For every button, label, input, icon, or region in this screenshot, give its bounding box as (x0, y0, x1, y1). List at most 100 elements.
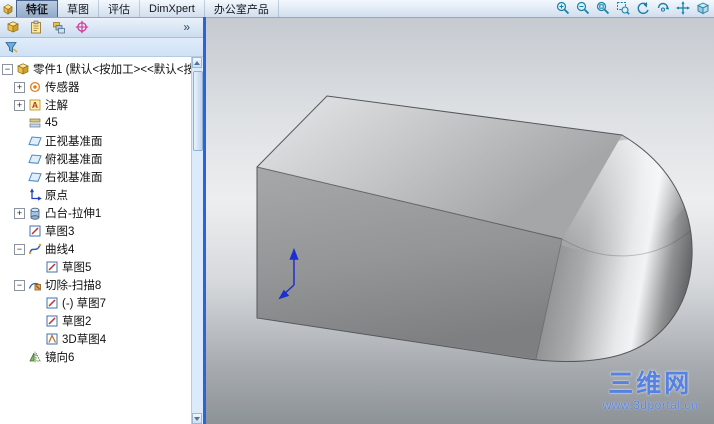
expander-icon[interactable] (14, 243, 25, 255)
expander-icon[interactable] (14, 279, 25, 291)
view-toolbar (554, 0, 711, 16)
wrench-icon (3, 3, 13, 15)
expander-icon[interactable] (14, 99, 25, 111)
tree-item-sketch5[interactable]: 草图5 (0, 258, 192, 276)
tree-item-3dsketch4[interactable]: 3D草图4 (0, 330, 192, 348)
rotate-view-icon (657, 2, 669, 12)
tab-office-products-label: 办公室产品 (213, 3, 269, 16)
tree-item-origin[interactable]: 原点 (0, 186, 192, 204)
zoom-to-fit-button[interactable] (594, 1, 611, 16)
previous-view-icon (637, 2, 649, 15)
propertymanager-tab[interactable] (28, 19, 44, 35)
view-orientation-button[interactable] (694, 1, 711, 16)
dimxpertmanager-tab[interactable] (74, 19, 90, 35)
svg-text:A: A (32, 100, 38, 110)
tree-item-part-root[interactable]: 零件1 (默认<按加工><<默认<按 (0, 60, 192, 78)
watermark-title: 三维网 (608, 370, 693, 399)
dimxpertmanager-icon (75, 20, 89, 34)
origin-icon (28, 188, 42, 202)
propertymanager-icon (31, 20, 41, 34)
scroll-up-button[interactable] (192, 57, 202, 68)
commandmanager-options-icon[interactable] (0, 0, 16, 17)
tree-item-front-plane[interactable]: 正视基准面 (0, 132, 192, 150)
graphics-viewport[interactable]: 三维网 www.3dportal.cn (206, 17, 714, 424)
sketch-icon (45, 314, 59, 328)
featuremanager-panel: » 零件1 (默认<按加工><<默认<按 (0, 17, 203, 424)
zoom-to-area-button[interactable] (614, 1, 631, 16)
3d-sketch-icon (45, 332, 59, 346)
zoom-to-fit-icon (596, 1, 609, 15)
configurationmanager-icon (53, 22, 65, 34)
tree-item-sensors[interactable]: 传感器 (0, 78, 192, 96)
sketch-icon (45, 296, 59, 310)
tree-item-sketch3[interactable]: 草图3 (0, 222, 192, 240)
watermark-url: www.3dportal.cn (602, 397, 698, 412)
tree-item-label: 传感器 (45, 82, 80, 94)
tree-item-label: 草图5 (62, 262, 92, 274)
expander-icon[interactable] (2, 63, 13, 75)
manager-tab-bar: » (0, 17, 203, 38)
tree-filter-bar (0, 38, 203, 57)
triangle-up-icon (194, 60, 200, 65)
tab-office-products[interactable]: 办公室产品 (205, 0, 279, 17)
tab-dimxpert-label: DimXpert (149, 2, 195, 15)
sensors-icon (28, 80, 42, 94)
tree-item-curve4[interactable]: 曲线4 (0, 240, 192, 258)
tree-item-label: 草图3 (45, 226, 75, 238)
tree-item-sketch7[interactable]: (-) 草图7 (0, 294, 192, 312)
zoom-out-button[interactable] (574, 1, 591, 16)
boss-extrude-icon (28, 206, 42, 220)
featuremanager-tree-tab[interactable] (5, 19, 21, 35)
plane-icon (28, 152, 42, 166)
plane-icon (28, 134, 42, 148)
zoom-out-icon (576, 1, 589, 15)
zoom-in-button[interactable] (554, 1, 571, 16)
configurationmanager-tab[interactable] (51, 19, 67, 35)
tab-sketch-label: 草图 (67, 3, 89, 16)
featuremanager-tree-icon (7, 21, 19, 33)
tree-item-label: 3D草图4 (62, 334, 107, 346)
watermark: 三维网 www.3dportal.cn (602, 371, 698, 412)
scroll-down-button[interactable] (192, 413, 202, 424)
tab-features-label: 特征 (26, 4, 48, 16)
zoom-to-area-icon (616, 2, 630, 15)
tree-item-label: 零件1 (默认<按加工><<默认<按 (33, 64, 192, 76)
tree-item-label: 切除-扫描8 (45, 280, 102, 292)
tab-sketch[interactable]: 草图 (58, 0, 99, 17)
tree-item-sketch2[interactable]: 草图2 (0, 312, 192, 330)
sketch-icon (28, 224, 42, 238)
mirror-icon (28, 350, 42, 364)
tree-item-material[interactable]: 45 (0, 114, 192, 132)
expander-icon[interactable] (14, 207, 25, 219)
part-icon (16, 62, 30, 76)
tree-item-mirror6[interactable]: 镜向6 (0, 348, 192, 366)
tree-item-cut-sweep8[interactable]: 切除-扫描8 (0, 276, 192, 294)
annotations-icon: A (28, 98, 42, 112)
cut-sweep-icon (28, 278, 42, 292)
tab-features[interactable]: 特征 (16, 0, 58, 17)
previous-view-button[interactable] (634, 1, 651, 16)
rotate-view-button[interactable] (654, 1, 671, 16)
tree-scrollbar[interactable] (191, 57, 203, 424)
tab-dimxpert[interactable]: DimXpert (140, 0, 205, 17)
tree-item-label: 右视基准面 (45, 172, 103, 184)
triangle-down-icon (194, 416, 200, 421)
tree-item-annotations[interactable]: A 注解 (0, 96, 192, 114)
tab-evaluate-label: 评估 (108, 3, 130, 16)
material-icon (28, 116, 42, 130)
tree-item-label: 曲线4 (45, 244, 75, 256)
tree-item-label: 原点 (45, 190, 68, 202)
tree-item-label: 俯视基准面 (45, 154, 103, 166)
tree-item-label: 45 (45, 117, 58, 129)
tree-item-top-plane[interactable]: 俯视基准面 (0, 150, 192, 168)
panel-more-chevron[interactable]: » (183, 20, 198, 34)
tree-item-right-plane[interactable]: 右视基准面 (0, 168, 192, 186)
featuremanager-design-tree: 零件1 (默认<按加工><<默认<按 传感器 A 注解 (0, 57, 192, 424)
panel-splitter[interactable] (203, 17, 206, 424)
pan-view-button[interactable] (674, 1, 691, 16)
filter-funnel-icon[interactable] (3, 39, 19, 55)
tab-evaluate[interactable]: 评估 (99, 0, 140, 17)
expander-icon[interactable] (14, 81, 25, 93)
tree-item-boss-extrude1[interactable]: 凸台-拉伸1 (0, 204, 192, 222)
scrollbar-thumb[interactable] (193, 71, 203, 151)
